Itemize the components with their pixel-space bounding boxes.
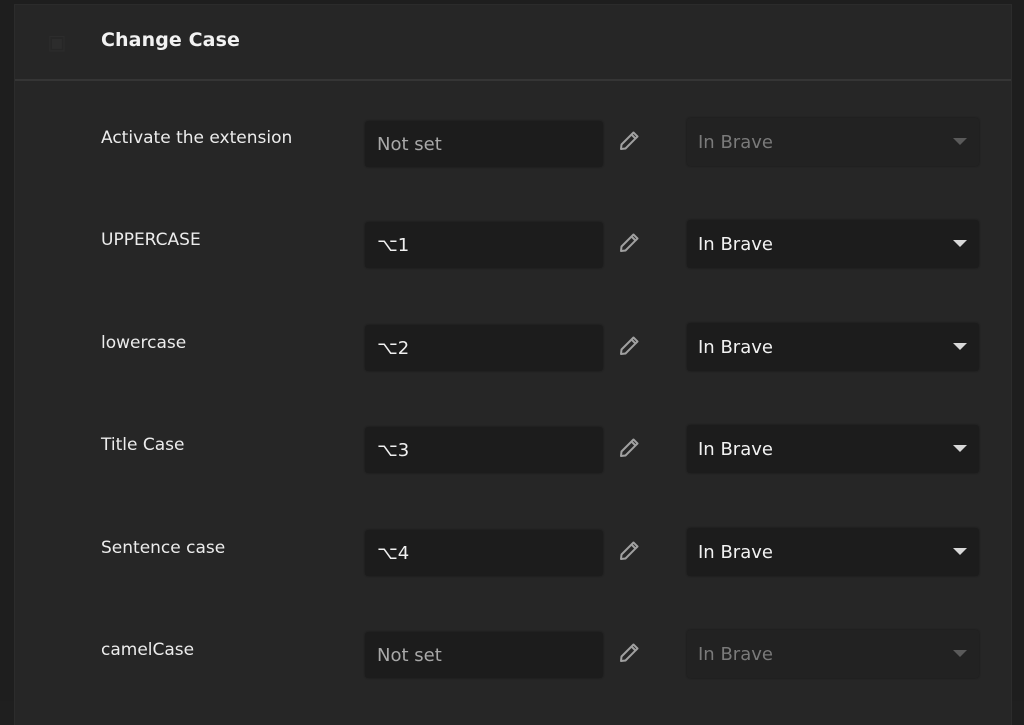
pencil-icon (620, 336, 639, 355)
edit-shortcut-button[interactable] (617, 539, 641, 563)
scope-select-value: In Brave (698, 643, 773, 665)
shortcut-row: UPPERCASE ⌥1 In Brave (15, 220, 1011, 270)
scope-select: In Brave (687, 630, 979, 678)
extension-shortcuts-card: ▣ Change Case Activate the extension Not… (14, 4, 1012, 725)
card-header: ▣ Change Case (15, 5, 1011, 79)
edit-shortcut-button[interactable] (617, 129, 641, 153)
pencil-icon (620, 233, 639, 252)
command-label: Title Case (101, 435, 185, 455)
scope-select[interactable]: In Brave (687, 323, 979, 371)
shortcut-input[interactable]: ⌥3 (365, 427, 603, 473)
scope-select[interactable]: In Brave (687, 425, 979, 473)
pencil-icon (620, 541, 639, 560)
scope-select-value: In Brave (698, 438, 773, 460)
extension-icon: ▣ (47, 30, 67, 54)
header-divider (15, 79, 1011, 81)
edit-shortcut-button[interactable] (617, 231, 641, 255)
extension-title: Change Case (101, 29, 240, 51)
command-label: camelCase (101, 640, 195, 660)
chevron-down-icon (953, 650, 967, 657)
shortcut-input[interactable]: ⌥4 (365, 530, 603, 576)
chevron-down-icon (953, 138, 967, 145)
command-label: lowercase (101, 333, 187, 353)
command-label: Sentence case (101, 538, 226, 558)
command-label: Activate the extension (101, 128, 293, 148)
edit-shortcut-button[interactable] (617, 436, 641, 460)
scope-select[interactable]: In Brave (687, 220, 979, 268)
chevron-down-icon (953, 548, 967, 555)
edit-shortcut-button[interactable] (617, 641, 641, 665)
pencil-icon (620, 131, 639, 150)
pencil-icon (620, 438, 639, 457)
scope-select-value: In Brave (698, 336, 773, 358)
shortcut-row: Sentence case ⌥4 In Brave (15, 528, 1011, 578)
scope-select-value: In Brave (698, 541, 773, 563)
shortcut-input[interactable]: ⌥1 (365, 222, 603, 268)
shortcut-row: lowercase ⌥2 In Brave (15, 323, 1011, 373)
scope-select-value: In Brave (698, 131, 773, 153)
pencil-icon (620, 643, 639, 662)
shortcut-input[interactable]: Not set (365, 121, 603, 167)
edit-shortcut-button[interactable] (617, 334, 641, 358)
shortcut-input[interactable]: Not set (365, 632, 603, 678)
chevron-down-icon (953, 240, 967, 247)
shortcut-row: camelCase Not set In Brave (15, 630, 1011, 680)
chevron-down-icon (953, 445, 967, 452)
shortcut-row: Title Case ⌥3 In Brave (15, 425, 1011, 475)
scope-select-value: In Brave (698, 233, 773, 255)
chevron-down-icon (953, 343, 967, 350)
command-label: UPPERCASE (101, 230, 201, 250)
shortcut-input[interactable]: ⌥2 (365, 325, 603, 371)
shortcut-row: Activate the extension Not set In Brave (15, 118, 1011, 168)
scope-select: In Brave (687, 118, 979, 166)
scope-select[interactable]: In Brave (687, 528, 979, 576)
extensions-shortcuts-page: ▣ Change Case Activate the extension Not… (0, 0, 1024, 725)
